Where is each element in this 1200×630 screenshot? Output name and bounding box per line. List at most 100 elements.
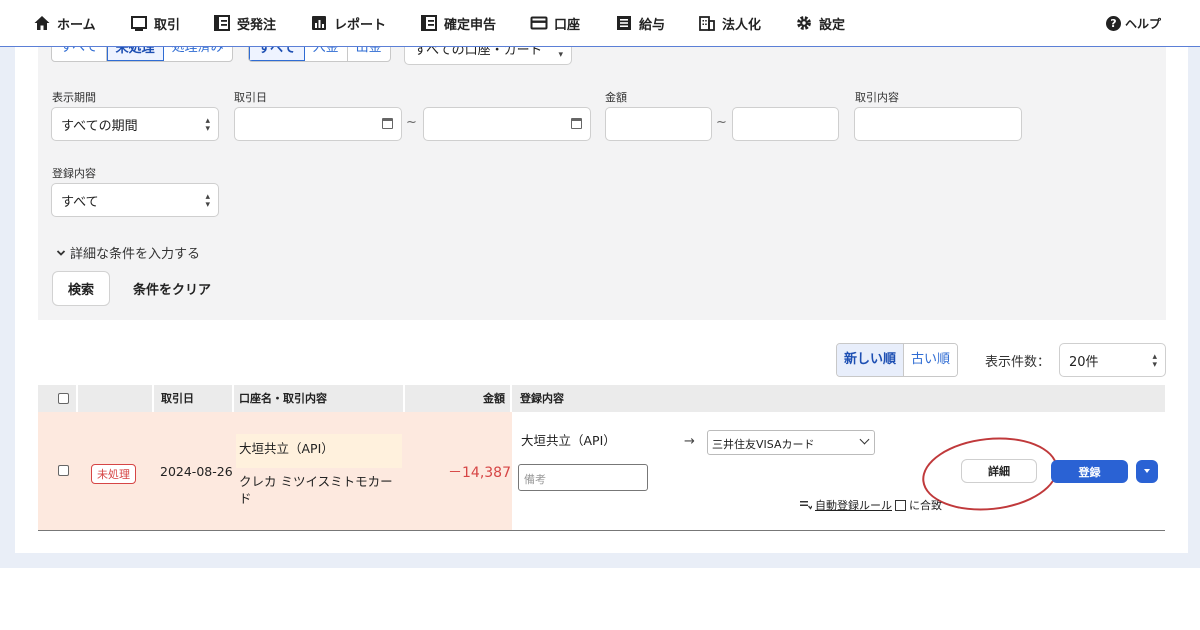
tax-return-icon <box>421 15 437 31</box>
external-link-icon <box>895 499 906 511</box>
type-tab-income[interactable]: 入金 <box>305 47 348 61</box>
header-divider <box>232 385 234 412</box>
auto-rule-link[interactable]: 自動登録ルール <box>815 497 892 513</box>
advanced-search-label: 詳細な条件を入力する <box>70 247 201 262</box>
detail-button[interactable]: 詳細 <box>961 459 1037 483</box>
nav-accounts[interactable]: 口座 <box>530 13 580 33</box>
calendar-icon <box>571 118 582 129</box>
top-navigation: ホーム 取引 受発注 レポート 確定申告 口座 給与 法人化 設定 ? ヘルプ <box>0 0 1200 47</box>
calendar-icon <box>382 118 393 129</box>
nav-transactions-label: 取引 <box>154 17 181 33</box>
date-label: 取引日 <box>234 91 267 104</box>
nav-settings[interactable]: 設定 <box>795 13 845 33</box>
registration-value: すべて <box>61 194 99 210</box>
help-label: ヘルプ <box>1125 17 1162 31</box>
nav-home-label: ホーム <box>57 17 96 33</box>
status-tab-unprocessed[interactable]: 未処理 <box>106 47 164 61</box>
sort-toggle: 新しい順 古い順 <box>836 343 959 377</box>
per-page-value: 20件 <box>1069 354 1099 370</box>
table-row: 未処理 2024-08-26 大垣共立（API） クレカ ミツイスミトモカード … <box>38 412 1165 531</box>
memo-input[interactable]: 備考 <box>518 464 648 491</box>
header-divider <box>403 385 405 412</box>
nav-tax-return[interactable]: 確定申告 <box>420 13 496 33</box>
nav-report[interactable]: レポート <box>310 13 386 33</box>
chevron-down-icon <box>859 434 870 445</box>
row-description: クレカ ミツイスミトモカード <box>239 474 393 506</box>
registered-account: 大垣共立（API） <box>521 433 616 448</box>
nav-payroll-label: 給与 <box>639 17 666 33</box>
row-amount: －14,387 <box>448 465 511 481</box>
report-chart-icon <box>312 16 326 30</box>
amount-to-input[interactable] <box>732 107 839 141</box>
auto-rule-suffix: に合致 <box>909 499 942 512</box>
wallet-card-icon <box>530 16 548 30</box>
account-filter-value: すべての口座・カード <box>414 47 543 58</box>
building-icon <box>699 16 715 31</box>
date-from-input[interactable] <box>234 107 402 141</box>
row-date: 2024-08-26 <box>160 464 233 479</box>
sort-oldest-button[interactable]: 古い順 <box>904 344 958 376</box>
nav-transactions[interactable]: 取引 <box>130 13 180 33</box>
orders-icon <box>214 15 230 31</box>
help-icon: ? <box>1106 16 1121 31</box>
status-tab-processed[interactable]: 処理済み <box>164 47 232 61</box>
select-arrows-icon: ▴ ▾ <box>1152 352 1157 370</box>
table-header: 取引日 口座名・取引内容 金額 登録内容 <box>38 385 1165 412</box>
per-page-select[interactable]: 20件 ▴ ▾ <box>1059 343 1166 377</box>
description-input[interactable] <box>854 107 1022 141</box>
nav-payroll[interactable]: 給与 <box>615 13 665 33</box>
header-registration: 登録内容 <box>520 392 564 405</box>
period-label: 表示期間 <box>52 91 96 104</box>
help-link[interactable]: ? ヘルプ <box>1106 15 1161 32</box>
nav-tax-return-label: 確定申告 <box>444 17 497 33</box>
sort-newest-button[interactable]: 新しい順 <box>837 344 905 376</box>
header-amount: 金額 <box>483 392 505 405</box>
transactions-icon <box>131 16 147 31</box>
header-divider <box>510 385 512 412</box>
register-button[interactable]: 登録 <box>1051 460 1128 483</box>
amount-from-input[interactable] <box>605 107 712 141</box>
row-checkbox[interactable] <box>58 465 69 476</box>
register-options-dropdown-button[interactable] <box>1136 460 1158 483</box>
header-divider <box>76 385 78 412</box>
status-tab-all[interactable]: すべて <box>52 47 107 61</box>
select-arrows-icon: ▴ ▾ <box>205 116 210 134</box>
nav-incorporation-label: 法人化 <box>722 17 762 33</box>
select-arrow-icon: ▾ <box>558 50 563 60</box>
advanced-search-toggle[interactable]: 詳細な条件を入力する <box>56 243 200 262</box>
nav-orders[interactable]: 受発注 <box>213 13 276 33</box>
clear-conditions-button[interactable]: 条件をクリア <box>133 279 211 298</box>
date-to-input[interactable] <box>423 107 591 141</box>
description-label: 取引内容 <box>855 91 899 104</box>
chevron-down-icon <box>56 249 66 256</box>
nav-accounts-label: 口座 <box>554 17 581 33</box>
payroll-icon <box>617 16 631 30</box>
header-account: 口座名・取引内容 <box>239 392 327 405</box>
type-tabs: すべて 入金 出金 <box>248 47 391 62</box>
period-select[interactable]: すべての期間 ▴ ▾ <box>51 107 219 141</box>
nav-home[interactable]: ホーム <box>33 13 96 33</box>
header-date: 取引日 <box>161 392 194 405</box>
nav-incorporation[interactable]: 法人化 <box>698 13 761 33</box>
header-divider <box>152 385 154 412</box>
home-icon <box>34 16 50 30</box>
period-value: すべての期間 <box>61 118 138 134</box>
auto-rule-match: 自動登録ルール に合致 <box>800 497 942 513</box>
type-tab-all[interactable]: すべて <box>249 47 305 61</box>
select-all-checkbox[interactable] <box>58 393 69 404</box>
row-account-name: 大垣共立（API） <box>239 441 334 456</box>
account-filter-select[interactable]: すべての口座・カード ▾ <box>404 47 572 65</box>
amount-range-separator: ~ <box>716 115 727 130</box>
nav-settings-label: 設定 <box>819 17 846 33</box>
type-tab-expense[interactable]: 出金 <box>348 47 390 61</box>
target-account-value: 三井住友VISAカード <box>712 438 815 451</box>
registration-select[interactable]: すべて ▴ ▾ <box>51 183 219 217</box>
registration-label: 登録内容 <box>52 167 96 180</box>
memo-placeholder: 備考 <box>524 473 546 486</box>
target-account-select[interactable]: 三井住友VISAカード <box>707 430 875 455</box>
per-page-label: 表示件数： <box>985 355 1051 370</box>
amount-label: 金額 <box>605 91 627 104</box>
search-button[interactable]: 検索 <box>52 271 110 306</box>
arrow-right-icon: → <box>684 434 695 449</box>
filter-list-icon <box>800 501 812 510</box>
